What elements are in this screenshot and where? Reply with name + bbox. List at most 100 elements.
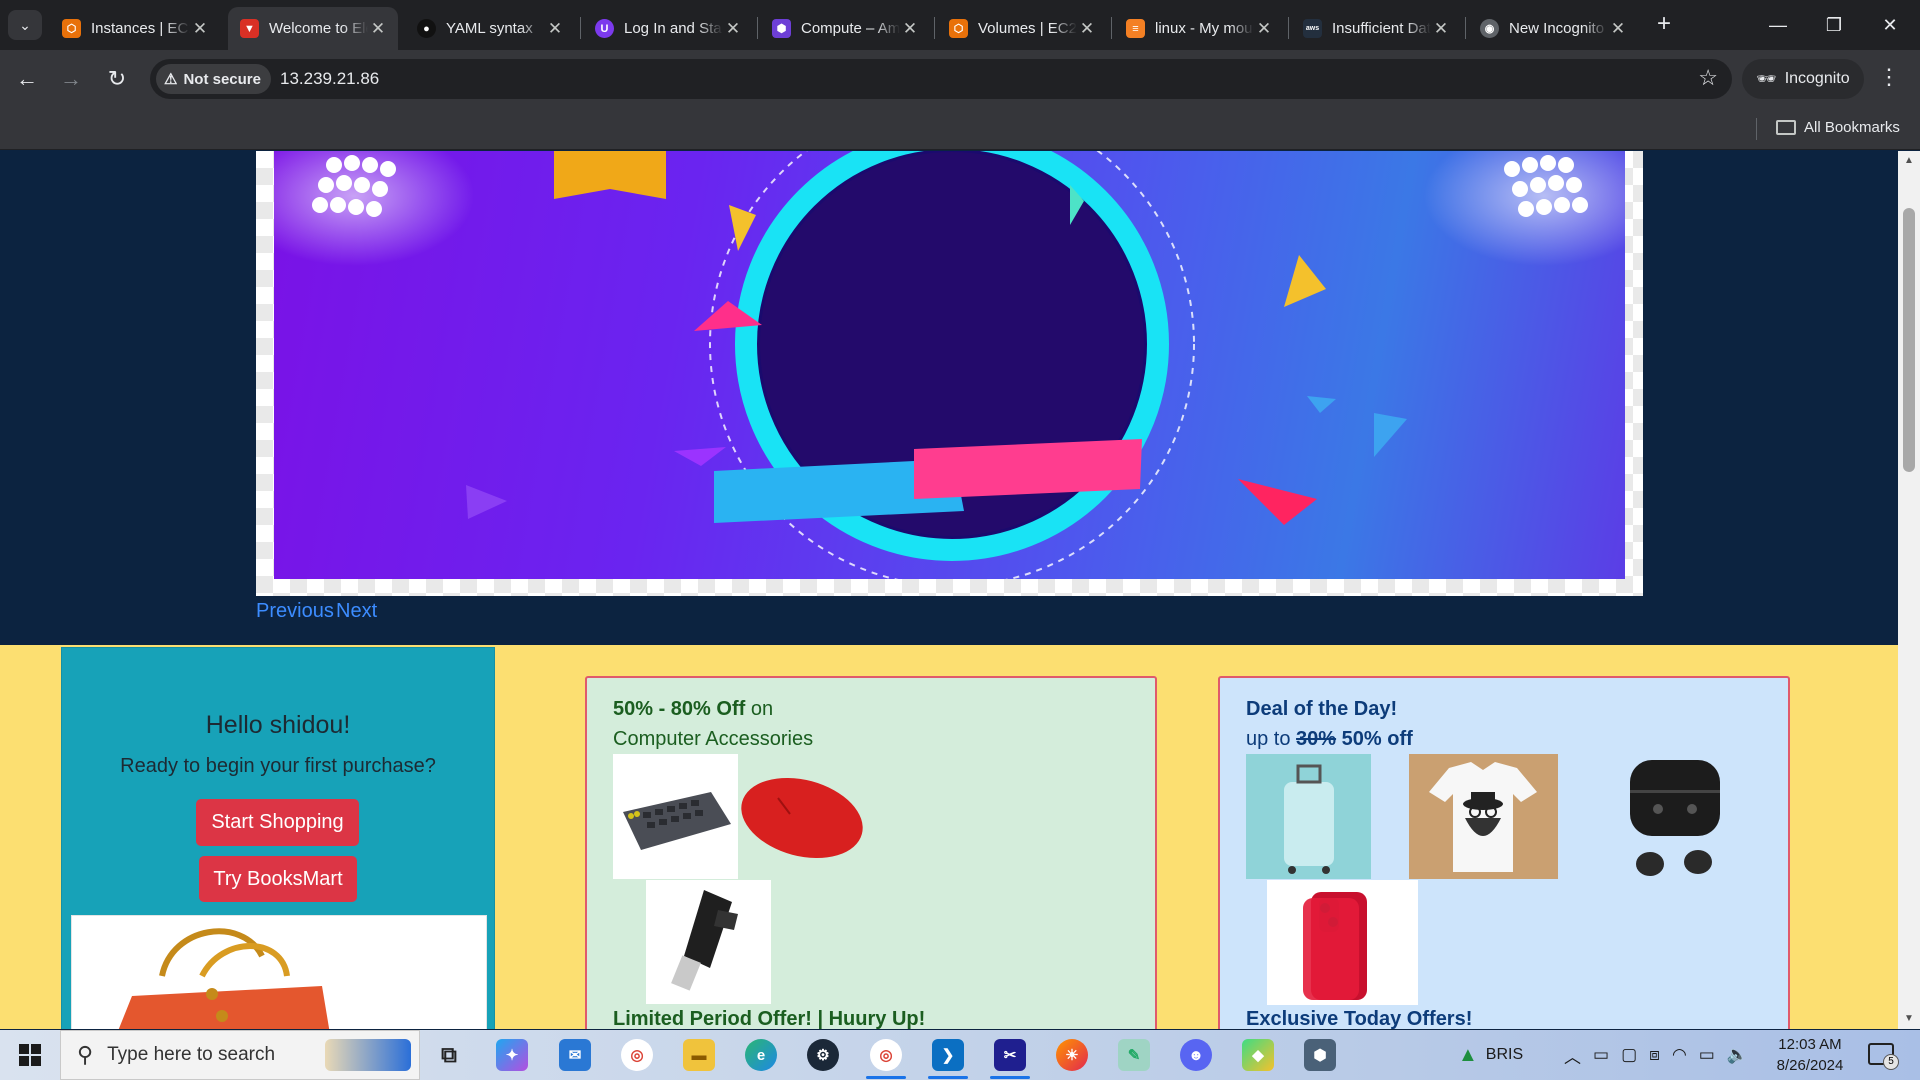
system-tray: ︿ ▭ ▢ ⧈ ◠ ▭ 🔈 <box>1564 1030 1748 1080</box>
close-icon[interactable]: ✕ <box>1608 19 1628 39</box>
kebab-menu-icon[interactable]: ⋮ <box>1878 64 1900 90</box>
new-tab-button[interactable]: + <box>1650 11 1678 39</box>
tab-insufficient[interactable]: aws Insufficient Data ✕ <box>1291 7 1461 50</box>
folder-icon <box>1776 120 1796 135</box>
notepad-icon[interactable]: ✎ <box>1118 1039 1150 1071</box>
task-view-icon[interactable]: ⧉ <box>433 1039 465 1071</box>
bookmark-star-icon[interactable]: ☆ <box>1698 65 1718 91</box>
carousel-banner-image <box>274 151 1625 579</box>
search-placeholder: Type here to search <box>107 1044 276 1065</box>
tab-volumes[interactable]: ⬡ Volumes | EC2 ✕ <box>937 7 1107 50</box>
tab-new-incognito[interactable]: ◉ New Incognito Tab ✕ <box>1468 7 1638 50</box>
tab-linux[interactable]: ≡ linux - My mount ✕ <box>1114 7 1284 50</box>
virtualbox-icon[interactable]: ⬢ <box>1304 1039 1336 1071</box>
security-label: Not secure <box>183 70 261 88</box>
page-scrollbar[interactable]: ▲ ▼ <box>1898 151 1920 1029</box>
scrollbar-thumb[interactable] <box>1903 208 1915 472</box>
tab-yaml[interactable]: ● YAML syntax ✕ <box>405 7 575 50</box>
tab-login[interactable]: U Log In and Start ✕ <box>583 7 753 50</box>
scroll-down-arrow-icon[interactable]: ▼ <box>1904 1013 1914 1024</box>
scroll-up-arrow-icon[interactable]: ▲ <box>1904 155 1914 166</box>
tab-title: linux - My mount <box>1155 20 1254 37</box>
back-button[interactable]: ← <box>12 64 42 94</box>
carousel <box>256 151 1643 596</box>
mouse-product-image[interactable] <box>738 754 863 879</box>
clock-date: 8/26/2024 <box>1776 1057 1844 1074</box>
screen-share-icon[interactable]: ⧈ <box>1649 1045 1660 1065</box>
notification-center-icon[interactable]: 5 <box>1868 1043 1899 1070</box>
restore-button[interactable]: ❐ <box>1806 0 1862 50</box>
tab-compute[interactable]: ⬢ Compute – Amazon ✕ <box>760 7 930 50</box>
tab-welcome[interactable]: ▼ Welcome to ElectroMart ✕ <box>228 7 398 50</box>
deal-title: Deal of the Day! <box>1246 698 1398 720</box>
monitor-icon[interactable]: ▭ <box>1593 1045 1609 1065</box>
stock-ticker: BRIS <box>1485 1046 1524 1063</box>
volume-icon[interactable]: 🔈 <box>1727 1045 1748 1065</box>
close-icon[interactable]: ✕ <box>368 19 388 39</box>
cart-icon: ▼ <box>240 19 259 38</box>
greeting-title: Hello shidou! <box>205 711 351 739</box>
close-window-button[interactable]: ✕ <box>1862 0 1918 50</box>
edge-icon[interactable]: e <box>745 1039 777 1071</box>
computer-accessories-offer-card[interactable]: 50% - 80% Off on Computer Accessories Li… <box>585 676 1157 1029</box>
suitcase-product-image[interactable] <box>1246 754 1371 879</box>
try-booksmart-button[interactable]: Try BooksMart <box>199 856 357 902</box>
search-highlight-image[interactable] <box>325 1039 411 1071</box>
smartphone-product-image[interactable] <box>1267 880 1418 1005</box>
chrome-incognito-icon[interactable]: ◎ <box>870 1039 902 1071</box>
dev-tool-icon[interactable]: ◆ <box>1242 1039 1274 1071</box>
tshirt-product-image[interactable] <box>1409 754 1558 879</box>
mail-icon[interactable]: ✉ <box>559 1039 591 1071</box>
discord-icon[interactable]: ☻ <box>1180 1039 1212 1071</box>
close-icon[interactable]: ✕ <box>1254 19 1274 39</box>
tab-title: New Incognito Tab <box>1509 20 1608 37</box>
keyboard-product-image[interactable] <box>613 754 738 879</box>
all-bookmarks-button[interactable]: All Bookmarks <box>1776 119 1900 136</box>
close-icon[interactable]: ✕ <box>723 19 743 39</box>
incognito-indicator[interactable]: 🕶 Incognito <box>1742 59 1864 99</box>
copilot-icon[interactable]: ✦ <box>496 1039 528 1071</box>
hero-section: Previous Next <box>0 151 1898 645</box>
stackoverflow-icon: ≡ <box>1126 19 1145 38</box>
earbuds-product-image[interactable] <box>1602 754 1727 879</box>
start-button[interactable] <box>0 1030 60 1080</box>
snipping-tool-icon[interactable]: ✂ <box>994 1039 1026 1071</box>
page-viewport: Previous Next Hello shidou! Ready to beg… <box>0 151 1920 1029</box>
close-icon[interactable]: ✕ <box>900 19 920 39</box>
all-bookmarks-label: All Bookmarks <box>1804 119 1900 136</box>
close-icon[interactable]: ✕ <box>1431 19 1451 39</box>
close-icon[interactable]: ✕ <box>190 19 210 39</box>
tab-title: Log In and Start <box>624 20 723 37</box>
url-text[interactable]: 13.239.21.86 <box>280 69 379 89</box>
file-explorer-icon[interactable]: ▬ <box>683 1039 715 1071</box>
carousel-next-link[interactable]: Next <box>336 600 377 623</box>
start-shopping-button[interactable]: Start Shopping <box>196 799 359 846</box>
tab-title: Compute – Amazon <box>801 20 900 37</box>
usb-drive-product-image[interactable] <box>646 880 771 1004</box>
steam-icon[interactable]: ⚙ <box>807 1039 839 1071</box>
security-chip[interactable]: ⚠ Not secure <box>156 64 271 94</box>
search-icon: ⚲ <box>77 1042 94 1067</box>
minimize-button[interactable]: — <box>1750 0 1806 50</box>
clock[interactable]: 12:03 AM 8/26/2024 <box>1768 1034 1852 1076</box>
tab-instances[interactable]: ⬡ Instances | EC2 ✕ <box>50 7 220 50</box>
wifi-icon[interactable]: ◠ <box>1672 1045 1687 1065</box>
close-icon[interactable]: ✕ <box>545 19 565 39</box>
stock-widget[interactable]: ▲ BRIS <box>1458 1030 1523 1080</box>
deal-of-the-day-card[interactable]: Deal of the Day! up to 30% 50% off Exclu… <box>1218 676 1790 1029</box>
chrome-icon[interactable]: ◎ <box>621 1039 653 1071</box>
reload-button[interactable]: ↻ <box>102 64 132 94</box>
battery-icon[interactable]: ▭ <box>1699 1045 1715 1065</box>
chevron-up-icon[interactable]: ︿ <box>1564 1043 1581 1068</box>
close-icon[interactable]: ✕ <box>1077 19 1097 39</box>
deal-discount: up to 30% 50% off <box>1246 728 1413 751</box>
tab-search-button[interactable]: ⌄ <box>8 10 42 40</box>
address-bar[interactable]: ⚠ Not secure 13.239.21.86 ☆ <box>150 59 1732 99</box>
offer-category: Computer Accessories <box>613 728 814 750</box>
meet-icon[interactable]: ▢ <box>1621 1045 1637 1065</box>
shopping-bag-image <box>71 915 487 1029</box>
firefox-icon[interactable]: ☀ <box>1056 1039 1088 1071</box>
vscode-icon[interactable]: ❯ <box>932 1039 964 1071</box>
forward-button[interactable]: → <box>56 64 86 94</box>
carousel-previous-link[interactable]: Previous <box>256 600 334 623</box>
